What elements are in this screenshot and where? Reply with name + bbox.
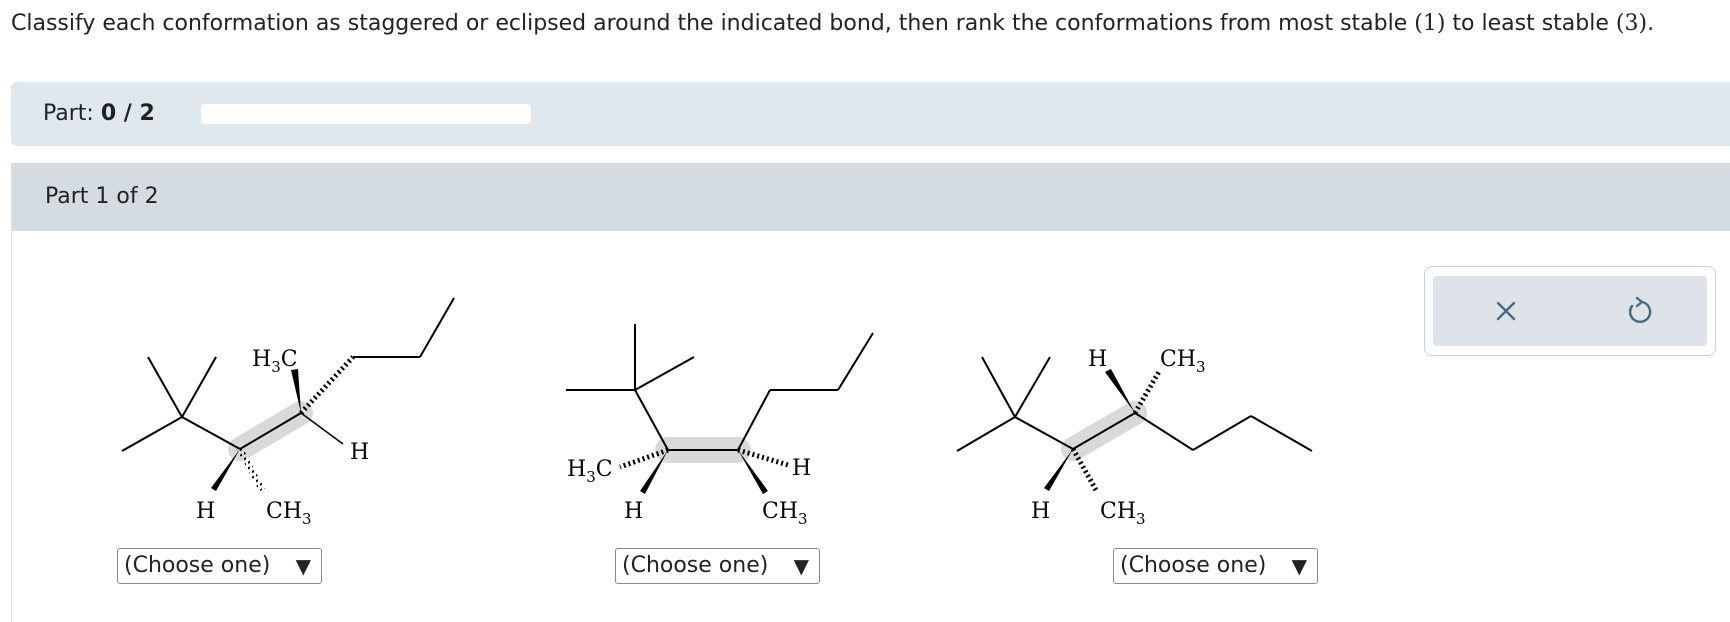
h-label: H (792, 456, 811, 481)
bond (300, 412, 344, 445)
bond (181, 416, 241, 450)
bond (1014, 416, 1074, 450)
wedge-bond (1044, 449, 1073, 491)
undo-icon (1628, 296, 1652, 323)
question-text-part: . (1647, 11, 1655, 36)
question-text-part: to least stable (1445, 11, 1616, 36)
molecule-1 (121, 297, 455, 492)
h-label: H (624, 499, 643, 524)
tool-bar (1433, 276, 1707, 346)
molecule-3-labels: H CH3 H CH3 (1031, 347, 1206, 528)
bond (737, 389, 771, 451)
bond (981, 356, 1016, 418)
dropdown-arrow-icon: ▼ (793, 554, 809, 578)
h-label: H (1088, 347, 1107, 372)
bond (1192, 415, 1252, 451)
bond (121, 416, 183, 452)
bond (634, 356, 695, 391)
conformation-1-select[interactable]: (Choose one) ▼ (117, 548, 322, 584)
bond (181, 356, 217, 418)
molecule-3 (956, 356, 1313, 492)
conformation-2-select[interactable]: (Choose one) ▼ (615, 548, 820, 584)
ch3-label: CH3 (1160, 347, 1206, 376)
select-value: (Choose one) (1120, 553, 1267, 578)
wedge-bond (1105, 369, 1135, 413)
clear-button[interactable] (1485, 290, 1527, 332)
wedge-bond (211, 449, 240, 491)
h3c-label: H3C (567, 457, 613, 486)
dropdown-arrow-icon: ▼ (1291, 554, 1307, 578)
select-value: (Choose one) (622, 553, 769, 578)
bond (956, 416, 1016, 452)
ch3-label: CH3 (762, 499, 808, 528)
molecule-2-labels: H3C H H CH3 (567, 456, 811, 528)
conformation-3-select[interactable]: (Choose one) ▼ (1113, 548, 1318, 584)
tool-panel (1424, 266, 1716, 356)
bond (419, 297, 455, 358)
x-icon (1496, 301, 1516, 321)
bond (1250, 415, 1313, 452)
bond (1134, 412, 1194, 451)
bond (634, 389, 669, 451)
conformations-drawing: H3C H H CH3 H3C H H CH3 H CH3 H CH3 (121, 297, 1313, 528)
hash-bond (299, 355, 355, 415)
select-value: (Choose one) (124, 553, 271, 578)
bond (147, 356, 183, 418)
dropdown-arrow-icon: ▼ (295, 554, 311, 578)
ch3-label: CH3 (1100, 499, 1146, 528)
bond (1014, 356, 1051, 418)
rank-least-stable: (3) (1615, 11, 1648, 36)
h3c-label: H3C (252, 347, 298, 376)
ch3-label: CH3 (266, 499, 312, 528)
undo-button[interactable] (1618, 290, 1660, 332)
h-label: H (350, 440, 369, 465)
h-label: H (196, 499, 215, 524)
h-label: H (1031, 499, 1050, 524)
bond (837, 332, 874, 391)
